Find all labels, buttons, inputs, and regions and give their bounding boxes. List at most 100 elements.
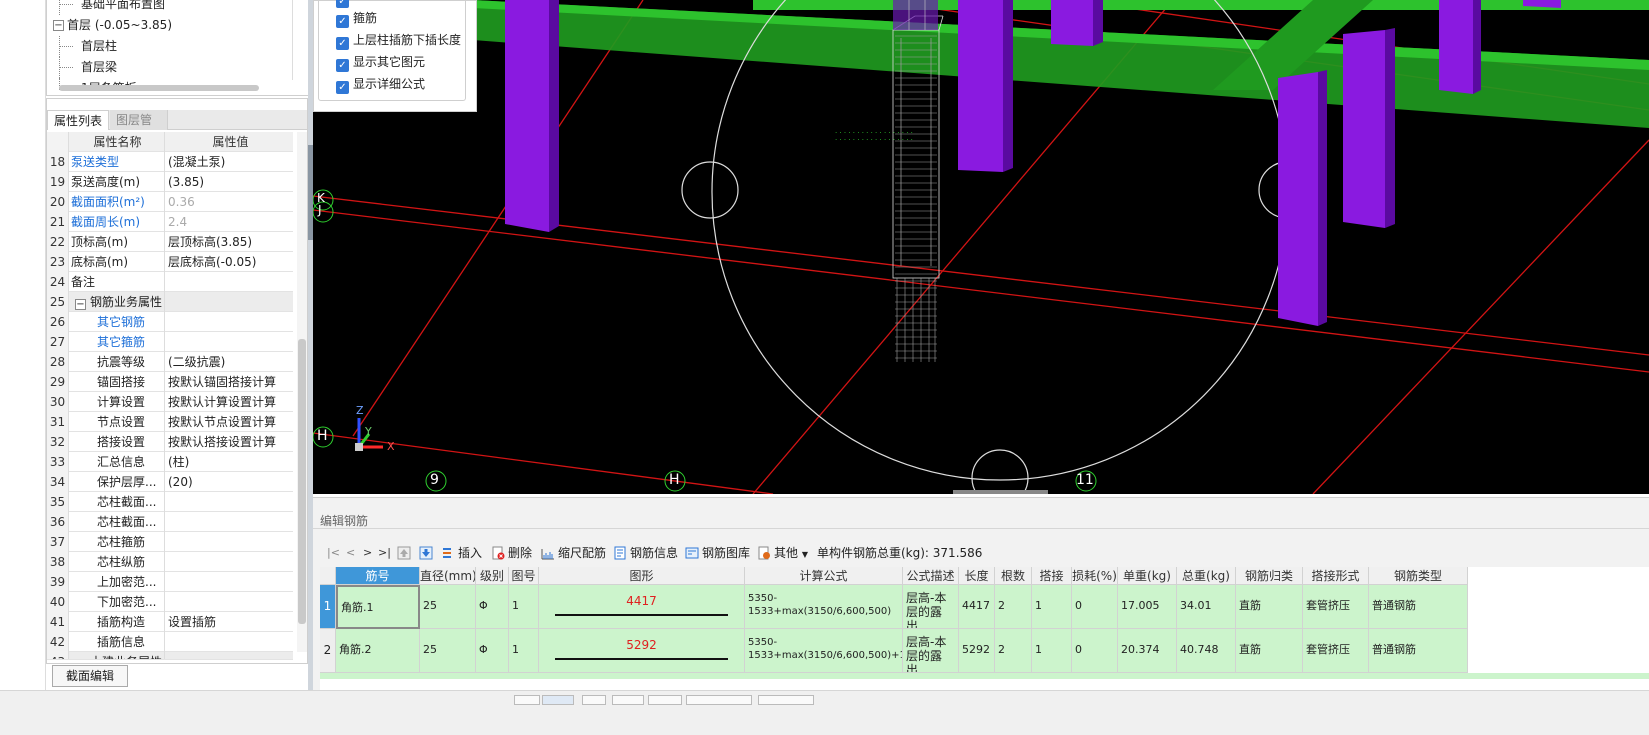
cell-loss[interactable]: 0 — [1072, 585, 1118, 629]
property-value[interactable] — [165, 532, 293, 552]
cell-fig[interactable]: 1 — [509, 629, 539, 673]
floor-tree[interactable]: 基础平面布置图 − 首层 (-0.05~3.85) 首层柱 首层梁 1层条筋板 — [46, 0, 324, 96]
prev-record-button[interactable]: < — [346, 542, 355, 564]
cell-total[interactable]: 40.748 — [1177, 629, 1236, 673]
cell-name[interactable]: 角筋.1 — [336, 585, 420, 629]
property-row[interactable]: 33 汇总信息 (柱) — [47, 452, 293, 472]
option-partial[interactable]: ✓ — [336, 0, 353, 8]
column-header[interactable]: 总重(kg) — [1177, 567, 1236, 585]
collapse-icon[interactable]: − — [53, 20, 64, 31]
property-value[interactable] — [165, 552, 293, 572]
property-row[interactable]: 41 插筋构造 设置插筋 — [47, 612, 293, 632]
cell-unit[interactable]: 20.374 — [1118, 629, 1177, 673]
property-value[interactable] — [165, 572, 293, 592]
table-row[interactable]: 1 角筋.1 25 Φ 1 4417 5350-1533+max(3150/6,600,50… — [320, 585, 1649, 629]
option-other-elements[interactable]: ✓ 显示其它图元 — [336, 53, 425, 72]
property-value[interactable]: (20) — [165, 472, 293, 492]
property-value[interactable]: 层顶标高(3.85) — [165, 232, 293, 252]
table-row[interactable] — [320, 673, 1649, 679]
status-button[interactable] — [542, 695, 574, 705]
next-record-button[interactable]: > — [363, 542, 372, 564]
property-value[interactable] — [165, 272, 293, 292]
expand-icon[interactable]: + — [75, 659, 86, 660]
property-row[interactable]: 27 其它箍筋 — [47, 332, 293, 352]
cell-formula[interactable]: 5350-1533+max(3150/6,600,500)+1*35*d — [745, 629, 903, 673]
column-header[interactable]: 损耗(%) — [1072, 567, 1118, 585]
column-header[interactable]: 根数 — [995, 567, 1032, 585]
checkbox-checked-icon[interactable]: ✓ — [336, 0, 349, 8]
property-scroll-thumb[interactable] — [298, 339, 306, 624]
property-value[interactable]: 按默认搭接设置计算 — [165, 432, 293, 452]
cell-shape[interactable]: 4417 — [539, 585, 745, 629]
table-row[interactable]: 2 角筋.2 25 Φ 1 5292 5350-1533+max(3150/6,600,50… — [320, 629, 1649, 673]
property-value[interactable] — [165, 592, 293, 612]
checkbox-checked-icon[interactable]: ✓ — [336, 59, 349, 72]
property-row[interactable]: 25− 钢筋业务属性 — [47, 292, 293, 312]
property-value[interactable]: 按默认节点设置计算 — [165, 412, 293, 432]
cell-lap[interactable]: 1 — [1032, 629, 1072, 673]
status-button[interactable] — [686, 695, 752, 705]
status-button[interactable] — [612, 695, 644, 705]
property-row[interactable]: 43 + 土建业务属性 — [47, 652, 293, 660]
property-value[interactable]: 2.4 — [165, 212, 293, 232]
tree-item[interactable]: − 首层 (-0.05~3.85) — [47, 15, 323, 36]
property-value[interactable] — [165, 312, 293, 332]
cell-unit[interactable]: 17.005 — [1118, 585, 1177, 629]
cell-len[interactable]: 4417 — [959, 585, 995, 629]
3d-viewport[interactable]: . . . . . . . . . . . . . . . . . . . . … — [313, 0, 1649, 494]
column-header[interactable]: 图号 — [509, 567, 539, 585]
property-value[interactable]: 设置插筋 — [165, 612, 293, 632]
property-value[interactable] — [165, 512, 293, 532]
checkbox-checked-icon[interactable]: ✓ — [336, 81, 349, 94]
property-row[interactable]: 20 截面面积(m²) 0.36 — [47, 192, 293, 212]
checkbox-checked-icon[interactable]: ✓ — [336, 37, 349, 50]
rebar-library-button[interactable]: 钢筋图库 — [685, 542, 750, 564]
last-record-button[interactable]: >| — [378, 542, 391, 564]
property-value[interactable]: (混凝土泵) — [165, 152, 293, 172]
column-header[interactable]: 单重(kg) — [1118, 567, 1177, 585]
property-row[interactable]: 19 泵送高度(m) (3.85) — [47, 172, 293, 192]
status-button[interactable] — [758, 695, 814, 705]
property-row[interactable]: 35 芯柱截面... — [47, 492, 293, 512]
property-row[interactable]: 21 截面周长(m) 2.4 — [47, 212, 293, 232]
delete-button[interactable]: 删除 — [491, 542, 532, 564]
property-value[interactable]: 按默认锚固搭接计算 — [165, 372, 293, 392]
property-row[interactable]: 31 节点设置 按默认节点设置计算 — [47, 412, 293, 432]
property-value[interactable]: (3.85) — [165, 172, 293, 192]
property-row[interactable]: 23 底标高(m) 层底标高(-0.05) — [47, 252, 293, 272]
cell-grade[interactable]: Φ — [476, 585, 509, 629]
first-record-button[interactable]: |< — [327, 542, 340, 564]
cell-dia[interactable]: 25 — [420, 629, 476, 673]
property-row[interactable]: 29 锚固搭接 按默认锚固搭接计算 — [47, 372, 293, 392]
column-header[interactable]: 图形 — [539, 567, 745, 585]
property-row[interactable]: 38 芯柱纵筋 — [47, 552, 293, 572]
tree-item[interactable]: 首层梁 — [47, 57, 323, 78]
property-row[interactable]: 42 插筋信息 — [47, 632, 293, 652]
cell-dia[interactable]: 25 — [420, 585, 476, 629]
tree-item[interactable]: 基础平面布置图 — [47, 0, 323, 15]
status-button[interactable] — [514, 695, 540, 705]
tree-item[interactable]: 首层柱 — [47, 36, 323, 57]
section-edit-button[interactable]: 截面编辑 — [52, 665, 128, 687]
cell-formula[interactable]: 5350-1533+max(3150/6,600,500) — [745, 585, 903, 629]
property-row[interactable]: 40 下加密范... — [47, 592, 293, 612]
column-header[interactable]: 计算公式 — [745, 567, 903, 585]
status-button[interactable] — [648, 695, 682, 705]
cell-count[interactable]: 2 — [995, 629, 1032, 673]
cell-len[interactable]: 5292 — [959, 629, 995, 673]
property-row[interactable]: 22 顶标高(m) 层顶标高(3.85) — [47, 232, 293, 252]
property-row[interactable]: 37 芯柱箍筋 — [47, 532, 293, 552]
status-button[interactable] — [582, 695, 606, 705]
checkbox-checked-icon[interactable]: ✓ — [336, 15, 349, 28]
property-row[interactable]: 28 抗震等级 (二级抗震) — [47, 352, 293, 372]
column-header[interactable]: 搭接 — [1032, 567, 1072, 585]
viewport-resize-handle[interactable] — [953, 490, 1048, 494]
column-header[interactable]: 级别 — [476, 567, 509, 585]
row-number[interactable]: 2 — [320, 629, 336, 673]
row-number[interactable]: 1 — [320, 585, 336, 629]
property-value[interactable]: 层底标高(-0.05) — [165, 252, 293, 272]
property-row[interactable]: 30 计算设置 按默认计算设置计算 — [47, 392, 293, 412]
property-row[interactable]: 18 泵送类型 (混凝土泵) — [47, 152, 293, 172]
cell-type[interactable]: 普通钢筋 — [1369, 585, 1468, 629]
property-row[interactable]: 34 保护层厚... (20) — [47, 472, 293, 492]
